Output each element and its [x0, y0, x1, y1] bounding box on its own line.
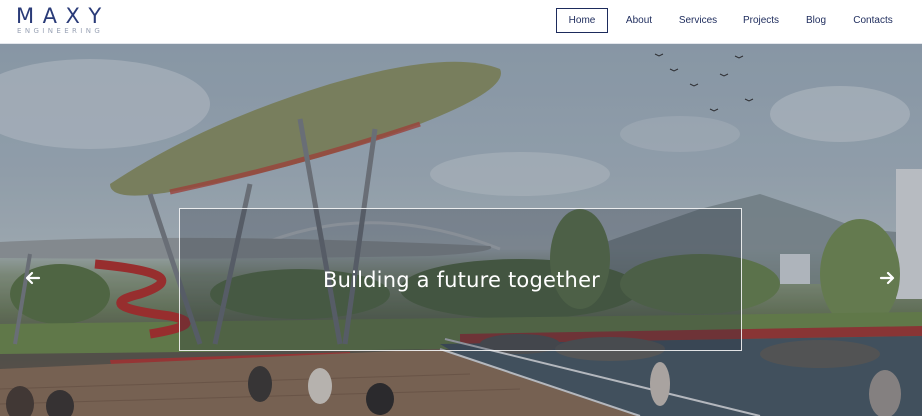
- nav-item-services[interactable]: Services: [670, 8, 726, 33]
- nav-item-about[interactable]: About: [616, 8, 662, 33]
- hero-caption-box: Building a future together: [179, 208, 742, 351]
- site-logo[interactable]: MAXY ENGINEERING: [16, 4, 136, 38]
- nav-item-contacts[interactable]: Contacts: [844, 8, 902, 33]
- hero-slider: Building a future together: [0, 44, 922, 416]
- site-header: MAXY ENGINEERING Home About Services Pro…: [0, 0, 922, 44]
- arrow-left-icon[interactable]: [25, 270, 41, 286]
- arrow-right-icon[interactable]: [879, 270, 895, 286]
- nav-item-projects[interactable]: Projects: [734, 8, 788, 33]
- nav-item-blog[interactable]: Blog: [796, 8, 836, 33]
- hero-caption: Building a future together: [322, 268, 601, 292]
- logo-wordmark: MAXY: [16, 4, 110, 28]
- logo-tagline: ENGINEERING: [17, 27, 104, 35]
- nav-item-home[interactable]: Home: [556, 8, 608, 33]
